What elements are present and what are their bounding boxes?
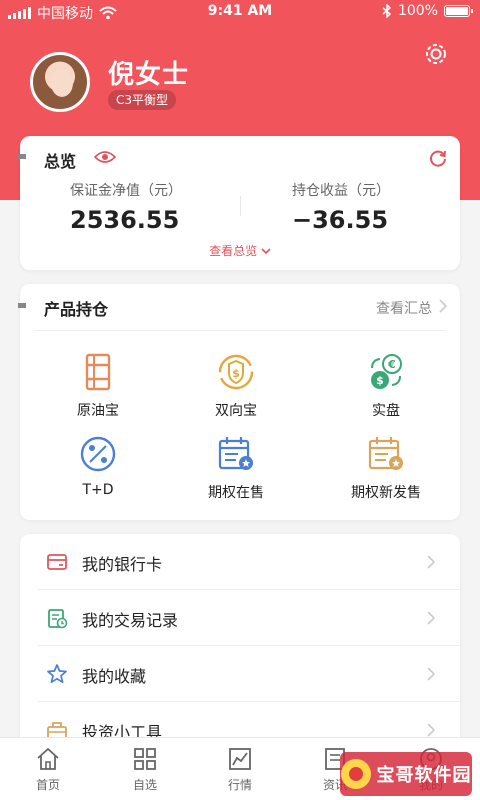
product-label: 原油宝 xyxy=(77,403,119,419)
battery-icon xyxy=(444,5,473,17)
calendar-new-icon xyxy=(368,437,403,470)
status-right: 100% xyxy=(382,3,473,19)
holdings-title: 产品持仓 xyxy=(44,300,109,319)
chevron-right-icon xyxy=(427,611,436,625)
star-icon xyxy=(47,664,67,684)
product-label: 期权新发售 xyxy=(351,485,421,501)
product-label: T+D xyxy=(82,482,114,498)
product-spot[interactable]: € $ 实盘 xyxy=(326,352,446,420)
chevron-right-icon xyxy=(439,299,448,313)
watermark-logo-icon xyxy=(340,759,371,789)
profit-label: 持仓收益（元） xyxy=(292,183,390,199)
grid-icon xyxy=(134,748,156,770)
menu-item-trade-record[interactable]: 我的交易记录 xyxy=(20,590,460,646)
product-label: 双向宝 xyxy=(215,403,257,419)
menu-label: 我的收藏 xyxy=(82,667,147,686)
tab-label: 行情 xyxy=(227,778,252,792)
tab-label: 首页 xyxy=(35,778,60,792)
watermark-text: 宝哥软件园 xyxy=(376,765,472,786)
trade-record-icon xyxy=(48,609,68,629)
section-marker xyxy=(18,154,26,159)
avatar[interactable] xyxy=(30,52,90,112)
svg-text:$: $ xyxy=(232,367,240,380)
status-bar: 中国移动 9:41 AM 100% xyxy=(0,0,480,24)
menu-card: 我的银行卡 我的交易记录 我的收藏 投资小工具 xyxy=(20,534,460,754)
chevron-right-icon xyxy=(427,723,436,737)
bluetooth-icon xyxy=(382,4,392,18)
menu-item-bank-card[interactable]: 我的银行卡 xyxy=(20,534,460,590)
overview-title: 总览 xyxy=(44,152,77,171)
product-label: 实盘 xyxy=(372,403,400,419)
product-options-new[interactable]: 期权新发售 xyxy=(326,434,446,502)
view-overview-label: 查看总览 xyxy=(209,244,258,258)
tab-home[interactable]: 首页 xyxy=(13,746,83,793)
product-label: 期权在售 xyxy=(208,485,264,501)
stat-divider xyxy=(240,196,241,216)
currency-exchange-icon: € $ xyxy=(371,354,402,389)
tab-watchlist[interactable]: 自选 xyxy=(110,746,180,793)
holdings-card: 产品持仓 查看汇总 原油宝 $ 双向宝 € $ 实盘 T+D 期权在售 期权新发… xyxy=(18,284,460,520)
view-summary-link[interactable]: 查看汇总 xyxy=(376,298,432,318)
overview-card: 总览 保证金净值（元） 2536.55 持仓收益（元） −36.55 查看总览 xyxy=(18,136,460,270)
product-two-way[interactable]: $ 双向宝 xyxy=(176,352,296,420)
two-way-coin-icon: $ xyxy=(218,354,254,390)
margin-label: 保证金净值（元） xyxy=(70,183,182,199)
chevron-right-icon xyxy=(427,667,436,681)
watermark: 宝哥软件园 xyxy=(340,752,472,796)
chevron-right-icon xyxy=(427,555,436,569)
menu-item-favorites[interactable]: 我的收藏 xyxy=(20,646,460,702)
oil-barrel-icon xyxy=(85,353,111,391)
chevron-down-icon xyxy=(261,248,271,255)
eye-icon[interactable] xyxy=(94,149,116,165)
svg-text:€: € xyxy=(387,358,396,371)
chart-icon xyxy=(229,748,251,770)
divider xyxy=(34,330,446,331)
profit-value: −36.55 xyxy=(292,206,389,234)
section-marker xyxy=(18,303,26,308)
view-overview-link[interactable]: 查看总览 xyxy=(20,242,460,259)
user-name: 倪女士 xyxy=(108,60,190,90)
menu-label: 我的交易记录 xyxy=(82,611,179,630)
battery-percent: 100% xyxy=(397,3,438,19)
product-crude-oil[interactable]: 原油宝 xyxy=(38,352,158,420)
profit-stat: 持仓收益（元） −36.55 xyxy=(292,180,390,234)
risk-level-badge: C3平衡型 xyxy=(108,90,177,110)
calendar-badge-icon xyxy=(218,437,253,470)
product-options-on-sale[interactable]: 期权在售 xyxy=(176,434,296,502)
svg-text:$: $ xyxy=(376,374,384,387)
bank-card-icon xyxy=(47,554,67,570)
gear-icon[interactable] xyxy=(422,40,450,68)
product-t-plus-d[interactable]: T+D xyxy=(38,434,158,498)
percent-icon xyxy=(80,436,116,472)
refresh-icon[interactable] xyxy=(428,148,448,168)
home-icon xyxy=(37,748,59,770)
menu-label: 我的银行卡 xyxy=(82,555,163,574)
tab-market[interactable]: 行情 xyxy=(205,746,275,793)
tab-label: 自选 xyxy=(132,778,157,792)
margin-stat: 保证金净值（元） 2536.55 xyxy=(70,180,182,234)
margin-value: 2536.55 xyxy=(70,206,180,234)
